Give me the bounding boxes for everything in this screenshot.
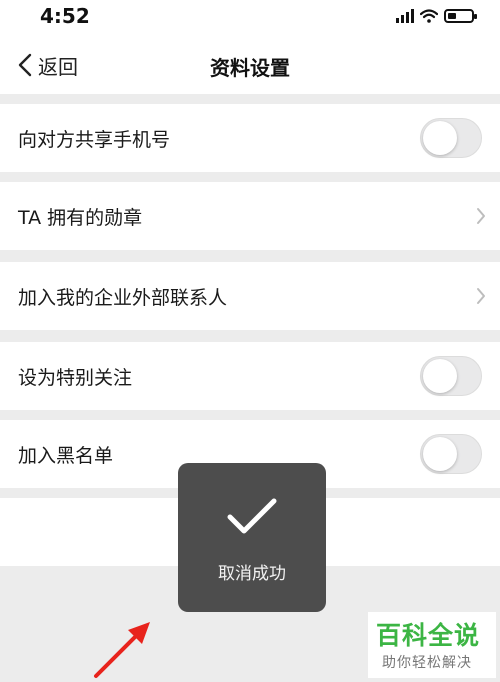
signal-icon: [396, 9, 414, 23]
nav-bar: 返回 资料设置: [0, 36, 500, 94]
setting-row-special-follow: 设为特别关注: [0, 342, 500, 410]
watermark-subtitle: 助你轻松解决: [382, 655, 472, 671]
share-phone-toggle[interactable]: [420, 118, 482, 158]
page-title: 资料设置: [210, 56, 290, 80]
watermark-logo: 百科全说 助你轻松解决: [368, 612, 496, 678]
setting-label: 加入我的企业外部联系人: [18, 286, 228, 309]
status-bar: 4:52: [0, 0, 500, 36]
setting-label: 向对方共享手机号: [18, 128, 171, 151]
toggle-knob: [423, 359, 457, 393]
red-arrow-annotation: [94, 622, 150, 678]
toggle-knob: [423, 437, 457, 471]
toggle-knob: [423, 121, 457, 155]
chevron-right-icon: [477, 288, 485, 304]
checkmark-icon: [227, 498, 277, 534]
setting-row-external-contacts[interactable]: 加入我的企业外部联系人: [0, 262, 500, 330]
toast: 取消成功: [178, 463, 326, 612]
watermark-title: 百科全说: [376, 621, 481, 650]
battery-icon: [444, 9, 477, 23]
special-follow-toggle[interactable]: [420, 356, 482, 396]
setting-row-share-phone: 向对方共享手机号: [0, 104, 500, 172]
setting-label: TA 拥有的勋章: [18, 206, 143, 229]
setting-label: 设为特别关注: [18, 366, 133, 389]
status-icons: [396, 8, 477, 24]
toast-text: 取消成功: [218, 564, 286, 584]
chevron-right-icon: [477, 208, 485, 224]
status-time: 4:52: [40, 4, 90, 28]
setting-row-medals[interactable]: TA 拥有的勋章: [0, 182, 500, 250]
blacklist-toggle[interactable]: [420, 434, 482, 474]
wifi-icon: [420, 9, 438, 23]
